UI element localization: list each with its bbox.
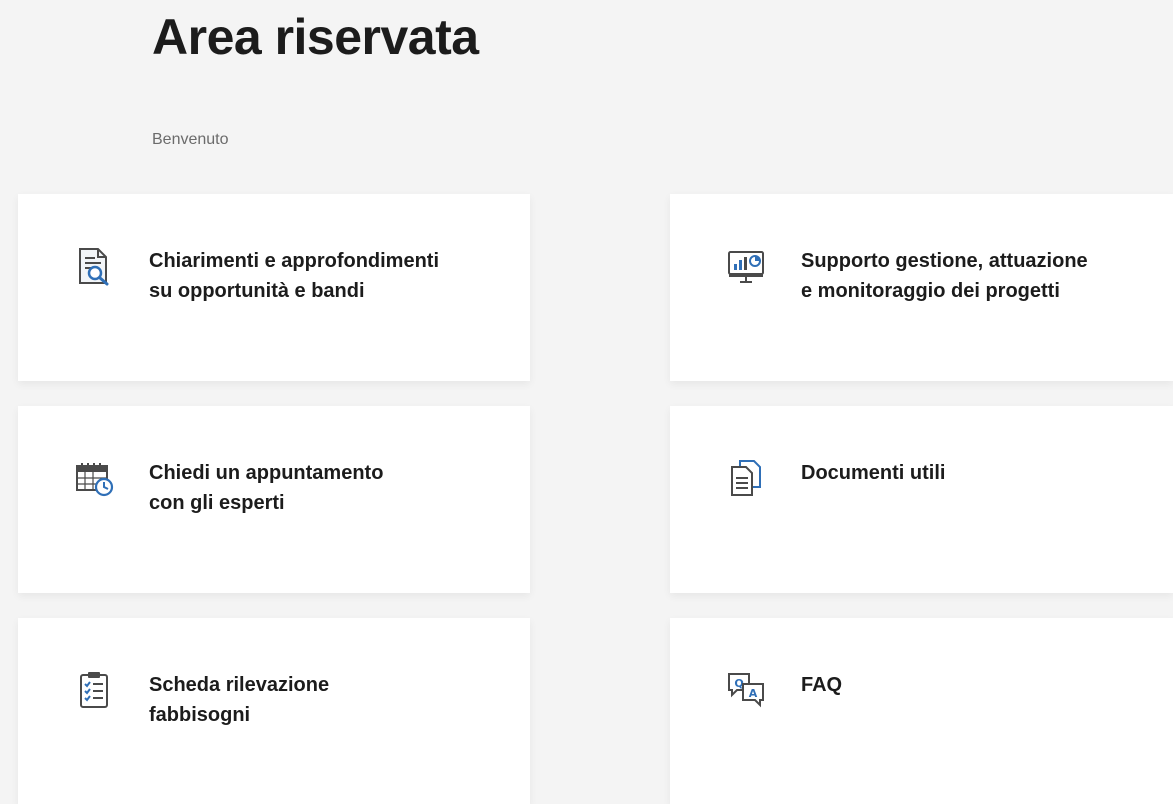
welcome-text: Benvenuto [152, 131, 229, 148]
card-supporto[interactable]: Supporto gestione, attuazione e monitora… [670, 194, 1173, 381]
card-label: Supporto gestione, attuazione e monitora… [801, 250, 1088, 302]
card-label: Chiarimenti e approfondimenti su opportu… [149, 250, 440, 302]
checklist-icon [80, 672, 108, 708]
card-scheda[interactable]: Scheda rilevazione fabbisogni [18, 618, 530, 804]
page-title: Area riservata [152, 9, 479, 65]
svg-text:A: A [749, 687, 758, 700]
card-chiarimenti[interactable]: Chiarimenti e approfondimenti su opportu… [18, 194, 530, 381]
page: Area riservata Benvenuto Chiarimenti e a… [0, 0, 1173, 804]
card-appuntamento[interactable]: Chiedi un appuntamento con gli esperti [18, 406, 530, 593]
card-documenti[interactable]: Documenti utili [670, 406, 1173, 593]
card-label: Chiedi un appuntamento con gli esperti [149, 462, 384, 514]
documents-icon [731, 460, 761, 496]
calendar-clock-icon [76, 463, 114, 497]
card-label: FAQ [801, 674, 843, 696]
card-label: Documenti utili [801, 462, 946, 484]
card-faq[interactable]: Q A FAQ [670, 618, 1173, 804]
document-search-icon [79, 248, 109, 286]
card-label: Scheda rilevazione fabbisogni [149, 674, 330, 726]
monitor-chart-icon [728, 251, 764, 283]
faq-chat-icon: Q A [728, 673, 764, 708]
